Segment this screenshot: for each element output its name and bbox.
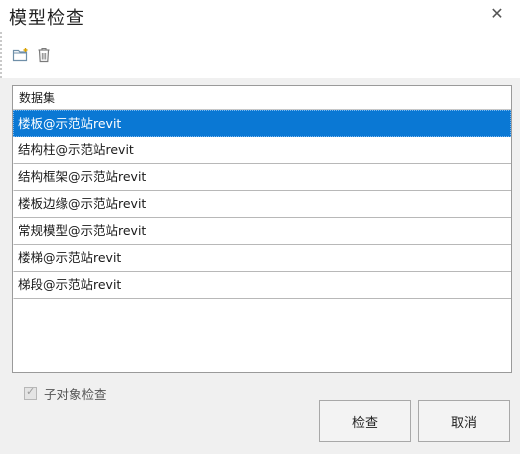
sub-object-checkbox[interactable] xyxy=(24,385,37,400)
sub-object-check-option[interactable]: 子对象检查 xyxy=(24,385,107,402)
list-rows: 楼板@示范站revit 结构柱@示范站revit 结构框架@示范站revit 楼板边缘… xyxy=(13,110,511,299)
list-item[interactable]: 楼板边缘@示范站revit xyxy=(13,191,511,218)
cancel-button[interactable]: 取消 xyxy=(418,400,510,442)
check-button[interactable]: 检查 xyxy=(319,400,411,442)
add-folder-icon[interactable] xyxy=(12,46,30,64)
dataset-list[interactable]: 数据集 楼板@示范站revit 结构柱@示范站revit 结构框架@示范站revit… xyxy=(12,85,512,373)
close-icon[interactable]: ✕ xyxy=(488,5,506,23)
model-check-dialog: 模型检查 ✕ 数据集 楼板@示范站revit 结构柱@示范站revit 结构框架@示… xyxy=(0,0,520,454)
list-item[interactable]: 结构框架@示范站revit xyxy=(13,164,511,191)
list-item[interactable]: 楼梯@示范站revit xyxy=(13,245,511,272)
sub-object-check-label: 子对象检查 xyxy=(44,386,107,402)
toolbar xyxy=(0,32,520,78)
list-item[interactable]: 结构柱@示范站revit xyxy=(13,137,511,164)
title-bar: 模型检查 ✕ xyxy=(0,0,520,32)
dialog-title: 模型检查 xyxy=(9,8,85,29)
list-header-dataset[interactable]: 数据集 xyxy=(13,86,511,110)
footer: 子对象检查 检查 取消 xyxy=(0,378,520,454)
list-item[interactable]: 梯段@示范站revit xyxy=(13,272,511,299)
list-item[interactable]: 楼板@示范站revit xyxy=(13,110,511,137)
list-item[interactable]: 常规模型@示范站revit xyxy=(13,218,511,245)
trash-icon[interactable] xyxy=(35,46,53,64)
